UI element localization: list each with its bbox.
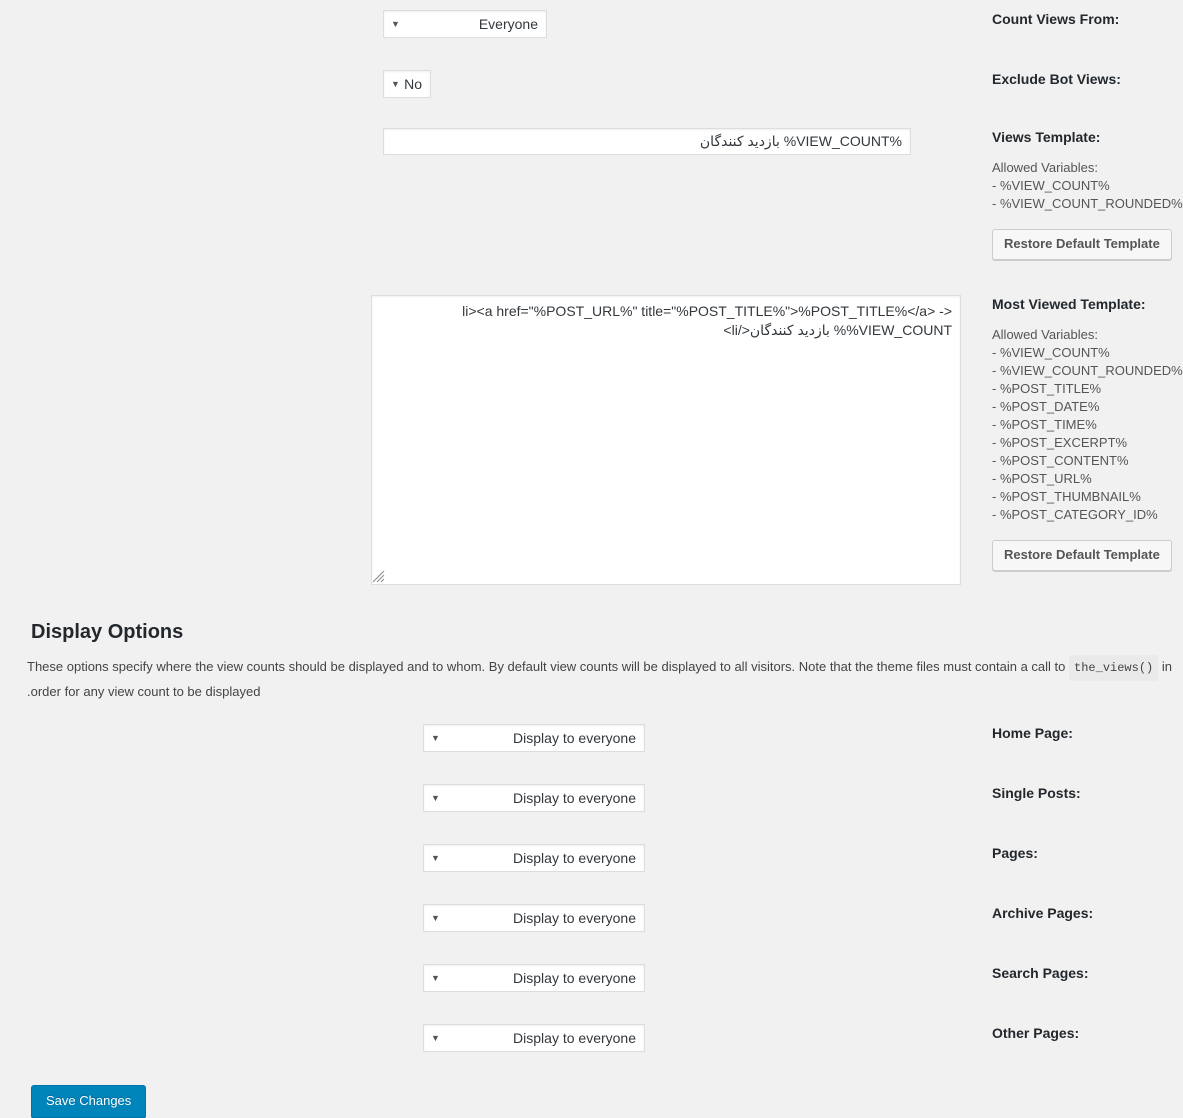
most-viewed-allowed-var: %POST_THUMBNAIL% - — [992, 489, 1141, 505]
select-count-views-from[interactable]: ▼ Everyone — [383, 10, 547, 38]
most-viewed-restore-wrap: Restore Default Template — [992, 540, 1183, 572]
control-most-viewed-template: <li><a href="%POST_URL%" title="%POST_TI… — [371, 295, 961, 588]
control-archive-pages: ▼ Display to everyone — [423, 904, 961, 932]
row-count-views-from: :Count Views From ▼ Everyone — [0, 10, 1183, 38]
select-home-page[interactable]: ▼ Display to everyone — [423, 724, 645, 752]
row-archive-pages: :Archive Pages ▼ Display to everyone — [0, 904, 1183, 932]
save-changes-button[interactable]: Save Changes — [31, 1085, 147, 1118]
control-views-template — [383, 128, 961, 155]
row-home-page: :Home Page ▼ Display to everyone — [0, 724, 1183, 752]
views-template-restore-wrap: Restore Default Template — [992, 229, 1183, 261]
chevron-down-icon: ▼ — [431, 853, 440, 863]
views-template-allowed-var: %VIEW_COUNT% - — [992, 178, 1110, 194]
chevron-down-icon: ▼ — [431, 913, 440, 923]
chevron-down-icon: ▼ — [391, 79, 400, 89]
label-most-viewed-template: :Most Viewed Template — [992, 296, 1146, 312]
row-other-pages: :Other Pages ▼ Display to everyone — [0, 1024, 1183, 1052]
label-home-page: :Home Page — [992, 725, 1073, 741]
label-views-template: :Views Template — [992, 129, 1101, 145]
row-search-pages: :Search Pages ▼ Display to everyone — [0, 964, 1183, 992]
label-exclude-bot-views: :Exclude Bot Views — [992, 71, 1121, 87]
row-views-template: :Views Template :Allowed Variables %VIEW… — [0, 128, 1183, 261]
chevron-down-icon: ▼ — [391, 19, 400, 29]
restore-default-views-template-button[interactable]: Restore Default Template — [992, 229, 1172, 261]
row-pages: :Pages ▼ Display to everyone — [0, 844, 1183, 872]
views-template-allowed-variables: :Allowed Variables %VIEW_COUNT% - %VIEW_… — [992, 159, 1183, 213]
control-other-pages: ▼ Display to everyone — [423, 1024, 961, 1052]
most-viewed-allowed-title: :Allowed Variables — [992, 327, 1098, 343]
most-viewed-allowed-var: %POST_DATE% - — [992, 399, 1100, 415]
label-most-viewed-template-cell: :Most Viewed Template :Allowed Variables… — [961, 295, 1183, 572]
select-exclude-bot-views-value: No — [404, 76, 422, 92]
control-exclude-bot-views: ▼ No — [383, 70, 961, 98]
select-single-posts[interactable]: ▼ Display to everyone — [423, 784, 645, 812]
most-viewed-allowed-var: %POST_TITLE% - — [992, 381, 1102, 397]
select-search-pages-value: Display to everyone — [513, 970, 636, 986]
most-viewed-allowed-var: %POST_URL% - — [992, 471, 1092, 487]
most-viewed-allowed-var: %POST_CATEGORY_ID% - — [992, 507, 1158, 523]
most-viewed-allowed-var: %POST_EXCERPT% - — [992, 435, 1128, 451]
control-pages: ▼ Display to everyone — [423, 844, 961, 872]
row-most-viewed-template: :Most Viewed Template :Allowed Variables… — [0, 295, 1183, 588]
label-search-pages: :Search Pages — [992, 965, 1089, 981]
select-search-pages[interactable]: ▼ Display to everyone — [423, 964, 645, 992]
save-changes-wrap: Save Changes — [31, 1085, 147, 1118]
views-template-allowed-title: :Allowed Variables — [992, 160, 1098, 176]
row-exclude-bot-views: :Exclude Bot Views ▼ No — [0, 70, 1183, 98]
settings-page: :Count Views From ▼ Everyone :Exclude Bo… — [0, 0, 1183, 1118]
chevron-down-icon: ▼ — [431, 733, 440, 743]
chevron-down-icon: ▼ — [431, 973, 440, 983]
most-viewed-template-textarea[interactable]: <li><a href="%POST_URL%" title="%POST_TI… — [371, 295, 961, 585]
restore-default-most-viewed-template-button[interactable]: Restore Default Template — [992, 540, 1172, 572]
label-views-template-cell: :Views Template :Allowed Variables %VIEW… — [961, 128, 1183, 261]
display-options-heading: Display Options — [31, 621, 184, 643]
select-home-page-value: Display to everyone — [513, 730, 636, 746]
select-count-views-from-value: Everyone — [478, 16, 538, 32]
most-viewed-allowed-var: %POST_TIME% - — [992, 417, 1097, 433]
display-options-description-part1: These options specify where the view cou… — [27, 659, 1066, 674]
display-options-description: These options specify where the view cou… — [0, 655, 1183, 703]
most-viewed-textarea-wrap: <li><a href="%POST_URL%" title="%POST_TI… — [371, 295, 961, 585]
label-archive-pages: :Archive Pages — [992, 905, 1094, 921]
most-viewed-allowed-variables: :Allowed Variables %VIEW_COUNT% - %VIEW_… — [992, 326, 1183, 524]
label-other-pages: :Other Pages — [992, 1025, 1080, 1041]
most-viewed-allowed-var: %VIEW_COUNT_ROUNDED% - — [992, 363, 1183, 379]
views-template-allowed-var: %VIEW_COUNT_ROUNDED% - — [992, 196, 1183, 212]
select-other-pages[interactable]: ▼ Display to everyone — [423, 1024, 645, 1052]
select-archive-pages-value: Display to everyone — [513, 910, 636, 926]
row-single-posts: :Single Posts ▼ Display to everyone — [0, 784, 1183, 812]
control-single-posts: ▼ Display to everyone — [423, 784, 961, 812]
select-pages-value: Display to everyone — [513, 850, 636, 866]
select-pages[interactable]: ▼ Display to everyone — [423, 844, 645, 872]
chevron-down-icon: ▼ — [431, 1033, 440, 1043]
control-count-views-from: ▼ Everyone — [383, 10, 961, 38]
select-other-pages-value: Display to everyone — [513, 1030, 636, 1046]
label-pages: :Pages — [992, 845, 1038, 861]
control-search-pages: ▼ Display to everyone — [423, 964, 961, 992]
control-home-page: ▼ Display to everyone — [423, 724, 961, 752]
select-archive-pages[interactable]: ▼ Display to everyone — [423, 904, 645, 932]
select-exclude-bot-views[interactable]: ▼ No — [383, 70, 431, 98]
select-single-posts-value: Display to everyone — [513, 790, 636, 806]
label-count-views-from: :Count Views From — [992, 11, 1120, 27]
most-viewed-allowed-var: %VIEW_COUNT% - — [992, 345, 1110, 361]
views-template-input[interactable] — [383, 128, 911, 155]
most-viewed-allowed-var: %POST_CONTENT% - — [992, 453, 1129, 469]
the-views-code-snippet: the_views() — [1069, 655, 1159, 681]
label-single-posts: :Single Posts — [992, 785, 1081, 801]
chevron-down-icon: ▼ — [431, 793, 440, 803]
